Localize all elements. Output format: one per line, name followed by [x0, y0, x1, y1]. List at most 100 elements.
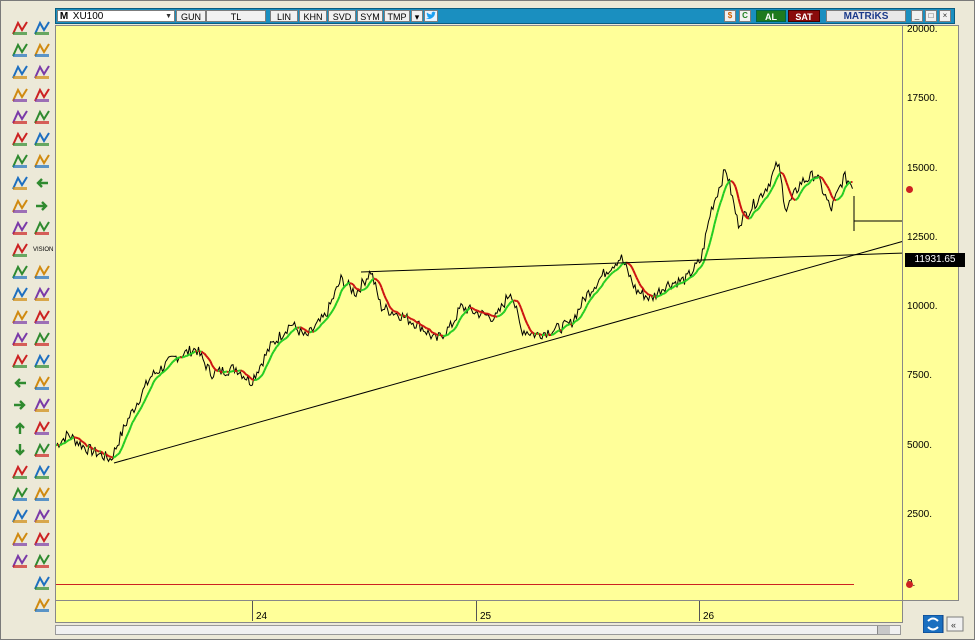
moving-average-segment	[661, 292, 664, 296]
moving-average-segment	[154, 377, 158, 381]
support-trend-line[interactable]	[113, 241, 903, 464]
time-tool-icon[interactable]	[33, 485, 51, 503]
tmp-dropdown-icon[interactable]: ▾	[411, 10, 423, 22]
alert-icon[interactable]: $	[724, 10, 736, 22]
moving-average-segment	[707, 242, 711, 248]
zoom-in-icon[interactable]	[11, 463, 29, 481]
diamond-expand-icon[interactable]	[11, 330, 29, 348]
line-tool-icon[interactable]	[11, 41, 29, 59]
wave-tool-icon[interactable]	[11, 530, 29, 548]
fan-tool-icon[interactable]	[11, 63, 29, 81]
scrollbar-thumb[interactable]	[877, 626, 890, 634]
chart-style-icon[interactable]	[11, 507, 29, 525]
pointer-icon[interactable]	[33, 41, 51, 59]
moving-average-segment	[849, 181, 852, 184]
period-tool-icon[interactable]	[33, 396, 51, 414]
shape-tool-icon[interactable]	[11, 352, 29, 370]
moving-average-segment	[761, 200, 765, 204]
minus-icon[interactable]	[33, 219, 51, 237]
moving-average-segment	[635, 277, 639, 281]
left-arrow-icon[interactable]	[11, 374, 29, 392]
tmp-button[interactable]: TMP	[384, 10, 410, 22]
bars-tool-icon[interactable]	[33, 441, 51, 459]
vertical-expand-icon[interactable]	[11, 308, 29, 326]
moving-average-segment	[323, 318, 327, 322]
text-tool-icon[interactable]	[11, 219, 29, 237]
scale-lin-button[interactable]: LIN	[270, 10, 298, 22]
vertical-line-icon[interactable]	[33, 263, 51, 281]
moving-average-segment	[226, 370, 229, 374]
shrink-icon[interactable]	[33, 285, 51, 303]
speed-tool-icon[interactable]	[33, 374, 51, 392]
candle-tool-icon[interactable]	[33, 507, 51, 525]
svd-button[interactable]: SVD	[328, 10, 356, 22]
lock-icon[interactable]	[33, 19, 51, 37]
moving-average-segment	[216, 369, 219, 373]
symbol-dropdown-icon[interactable]: ▼	[165, 11, 172, 22]
grid-tool-icon[interactable]	[33, 352, 51, 370]
trend-tool-icon[interactable]	[11, 19, 29, 37]
refresh-icon[interactable]: C	[739, 10, 751, 22]
price-axis[interactable]: 20000. 17500. 15000. 12500. 10000. 7500. 5000.…	[903, 25, 959, 601]
pencil-icon[interactable]	[33, 86, 51, 104]
cross-tool-icon[interactable]	[33, 463, 51, 481]
up-arrow-icon[interactable]	[11, 419, 29, 437]
right-arrow-icon[interactable]	[11, 396, 29, 414]
currency-select[interactable]: TL	[206, 10, 266, 22]
fibonacci-tool-icon[interactable]	[11, 86, 29, 104]
twitter-icon[interactable]	[424, 10, 438, 22]
moving-average-segment	[590, 295, 594, 299]
buy-button[interactable]: AL	[756, 10, 786, 22]
period-gun-button[interactable]: GUN	[176, 10, 206, 22]
expand-icon[interactable]	[11, 285, 29, 303]
sell-button[interactable]: SAT	[788, 10, 820, 22]
zoom-out-icon[interactable]	[11, 485, 29, 503]
close-icon[interactable]: ×	[939, 10, 951, 22]
vision-tool-icon[interactable]: VISION	[33, 241, 53, 259]
down-arrow-icon[interactable]	[11, 441, 29, 459]
price-level-marker[interactable]	[906, 186, 913, 194]
time-axis[interactable]: 24 25 26	[55, 601, 903, 623]
retracement-tool-icon[interactable]	[11, 108, 29, 126]
arrow-right-icon[interactable]	[33, 197, 51, 215]
bell-tool-icon[interactable]	[11, 241, 29, 259]
channel-tool-icon[interactable]	[11, 130, 29, 148]
moving-average-segment	[397, 311, 401, 316]
zero-level-marker[interactable]	[906, 581, 913, 588]
symbol-box[interactable]: M XU100 ▼	[57, 10, 175, 22]
angle-tool-icon[interactable]	[33, 574, 51, 592]
sym-button[interactable]: SYM	[357, 10, 383, 22]
khn-button[interactable]: KHN	[299, 10, 327, 22]
label-tool-icon[interactable]	[11, 197, 29, 215]
ellipse-tool-icon[interactable]	[33, 308, 51, 326]
magnet-icon[interactable]	[11, 552, 29, 570]
parallel-tool-icon[interactable]	[33, 330, 51, 348]
regression-tool-icon[interactable]	[33, 130, 51, 148]
minimize-icon[interactable]: _	[911, 10, 923, 22]
speed-fan-icon[interactable]	[33, 419, 51, 437]
maximize-icon[interactable]: □	[925, 10, 937, 22]
moving-average-segment	[816, 176, 819, 180]
moving-average-segment	[785, 182, 789, 187]
fan-lines-icon[interactable]	[33, 552, 51, 570]
rectangle-tool-icon[interactable]	[33, 152, 51, 170]
arrow-left-icon[interactable]	[33, 174, 51, 192]
moving-average-segment	[382, 291, 386, 296]
price-chart[interactable]	[55, 25, 903, 601]
ray-tool-icon[interactable]	[33, 596, 51, 614]
cycle-tool-icon[interactable]	[11, 174, 29, 192]
pitchfork-tool-icon[interactable]	[11, 152, 29, 170]
moving-average-segment	[563, 325, 567, 328]
crosshair-icon[interactable]	[33, 63, 51, 81]
horizontal-expand-icon[interactable]	[11, 263, 29, 281]
horizontal-scrollbar[interactable]	[55, 625, 901, 635]
gann-tool-icon[interactable]	[33, 108, 51, 126]
moving-average-segment	[262, 369, 266, 375]
moving-average-segment	[367, 282, 371, 287]
moving-average-segment	[169, 362, 173, 366]
moving-average-segment	[205, 354, 209, 359]
moving-average-segment	[745, 216, 749, 219]
moving-average-segment	[703, 256, 707, 262]
speed-line-icon[interactable]	[33, 530, 51, 548]
moving-average-segment	[820, 176, 824, 180]
